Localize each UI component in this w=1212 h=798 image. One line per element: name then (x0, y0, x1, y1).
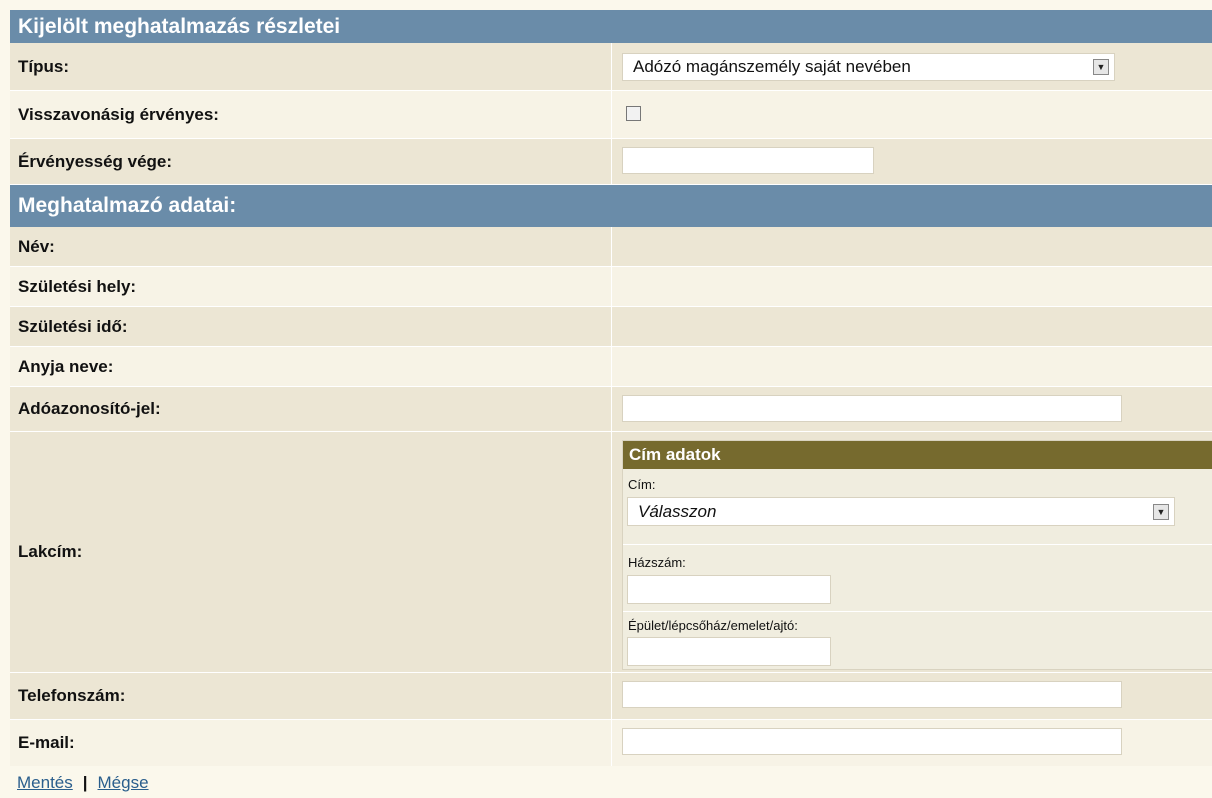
cancel-link[interactable]: Mégse (98, 773, 149, 793)
house-number-input[interactable] (627, 575, 831, 604)
section-title-details: Kijelölt meghatalmazás részletei (18, 14, 341, 38)
section-header-details: Kijelölt meghatalmazás részletei (10, 10, 1212, 43)
building-label: Épület/lépcsőház/emelet/ajtó: (628, 618, 798, 633)
row-phone: Telefonszám: (10, 673, 1212, 720)
row-birthdate: Születési idő: (10, 307, 1212, 347)
birthdate-value-cell (611, 307, 1212, 346)
address-panel: Cím adatok Cím: Válasszon ▼ Házszám: Épü… (622, 440, 1212, 670)
row-validity-end: Érvényesség vége: (10, 139, 1212, 185)
name-label: Név: (18, 236, 55, 256)
mother-name-label: Anyja neve: (18, 356, 114, 376)
building-input[interactable] (627, 637, 831, 666)
row-address: Lakcím: Cím adatok Cím: Válasszon ▼ Házs… (10, 432, 1212, 673)
row-name: Név: (10, 227, 1212, 267)
address-field-label: Cím: (628, 477, 656, 492)
phone-label: Telefonszám: (18, 686, 126, 705)
until-revoked-checkbox[interactable] (626, 106, 641, 121)
validity-end-label: Érvényesség vége: (18, 151, 173, 171)
email-input[interactable] (622, 728, 1122, 755)
email-label: E-mail: (18, 733, 75, 752)
section-header-grantor: Meghatalmazó adatai: (10, 185, 1212, 227)
tax-id-input[interactable] (622, 395, 1122, 422)
form-actions: Mentés | Mégse (17, 773, 149, 793)
type-select[interactable]: Adózó magánszemély saját nevében ▼ (622, 53, 1115, 81)
authorization-details-form: Kijelölt meghatalmazás részletei Típus: … (0, 0, 1212, 798)
phone-value-cell (611, 673, 1212, 719)
address-panel-header: Cím adatok (623, 441, 1212, 469)
chevron-down-icon[interactable]: ▼ (1153, 504, 1169, 520)
type-select-value: Adózó magánszemély saját nevében (633, 57, 911, 76)
until-revoked-label: Visszavonásig érvényes: (18, 104, 219, 124)
tax-id-label: Adóazonosító-jel: (18, 399, 161, 418)
row-birthplace: Születési hely: (10, 267, 1212, 307)
name-value-cell (611, 227, 1212, 266)
address-divider (623, 611, 1212, 612)
address-value-cell: Cím adatok Cím: Válasszon ▼ Házszám: Épü… (611, 432, 1212, 672)
row-tax-id: Adóazonosító-jel: (10, 387, 1212, 432)
validity-end-value-cell (611, 139, 1212, 184)
house-number-label: Házszám: (628, 555, 686, 570)
section-title-grantor: Meghatalmazó adatai: (18, 194, 237, 217)
mother-name-value-cell (611, 347, 1212, 386)
save-link[interactable]: Mentés (17, 773, 73, 793)
validity-end-input[interactable] (622, 147, 874, 174)
tax-id-value-cell (611, 387, 1212, 431)
until-revoked-value-cell (611, 91, 1212, 138)
address-divider (623, 544, 1212, 545)
address-select[interactable]: Válasszon ▼ (627, 497, 1175, 526)
birthplace-label: Születési hely: (18, 276, 137, 296)
type-value-cell: Adózó magánszemély saját nevében ▼ (611, 43, 1212, 90)
actions-separator: | (82, 773, 88, 792)
email-value-cell (611, 720, 1212, 766)
birthdate-label: Születési idő: (18, 316, 128, 336)
row-until-revoked: Visszavonásig érvényes: (10, 91, 1212, 139)
type-label: Típus: (18, 56, 69, 76)
row-type: Típus: Adózó magánszemély saját nevében … (10, 43, 1212, 91)
phone-input[interactable] (622, 681, 1122, 708)
birthplace-value-cell (611, 267, 1212, 306)
row-mother-name: Anyja neve: (10, 347, 1212, 387)
chevron-down-icon[interactable]: ▼ (1093, 59, 1109, 75)
row-email: E-mail: (10, 720, 1212, 766)
address-select-value: Válasszon (638, 501, 717, 521)
address-label: Lakcím: (18, 542, 83, 561)
